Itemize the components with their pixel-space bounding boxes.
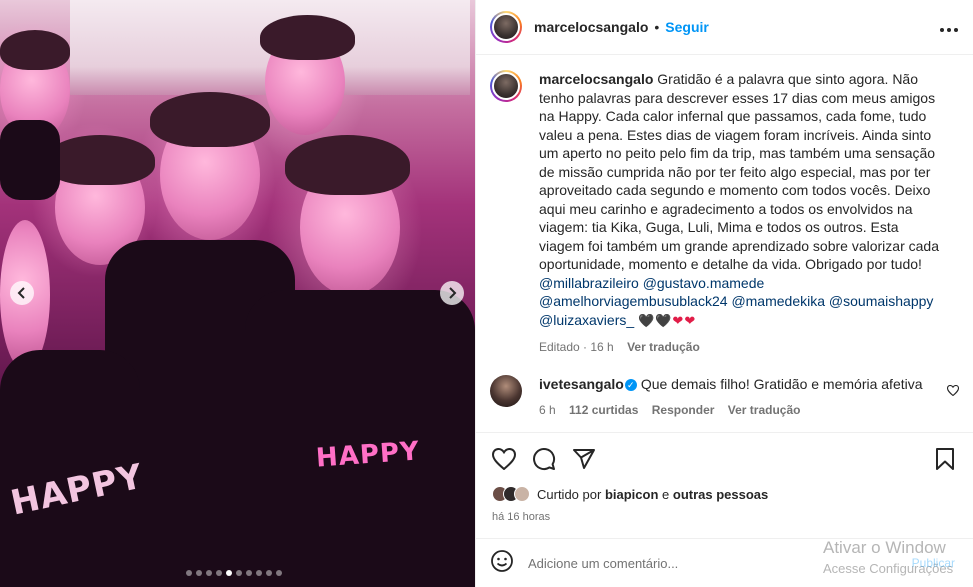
- post-panel: marcelocsangalo • Seguir marcelocsangalo…: [475, 0, 973, 587]
- comment-time[interactable]: 6 h: [539, 403, 556, 417]
- post-timestamp[interactable]: há 16 horas: [492, 511, 550, 523]
- liker-avatar[interactable]: [514, 486, 530, 502]
- comment-translate-button[interactable]: Ver tradução: [728, 403, 801, 417]
- post-header: marcelocsangalo • Seguir: [476, 0, 973, 55]
- person-hair: [260, 15, 355, 60]
- carousel-dot: [216, 570, 222, 576]
- caption-author-avatar[interactable]: [490, 70, 522, 102]
- share-send-icon[interactable]: [570, 445, 598, 473]
- caption-row: marcelocsangalo Gratidão é a palavra que…: [490, 70, 957, 357]
- comments-section: marcelocsangalo Gratidão é a palavra que…: [476, 56, 973, 432]
- post-photo[interactable]: HAPPY HAPPY: [0, 0, 475, 587]
- mention-link[interactable]: @amelhorviagembusublack24: [539, 293, 728, 309]
- hearts-emoji: 🖤🖤❤❤: [638, 313, 696, 328]
- verified-badge-icon: ✓: [624, 378, 637, 391]
- black-heart-icon: 🖤: [655, 312, 673, 328]
- chevron-left-icon: [17, 287, 25, 299]
- mention-link[interactable]: @luizaxaviers_: [539, 312, 634, 328]
- like-comment-heart-icon[interactable]: [946, 384, 960, 399]
- commenter-avatar[interactable]: [490, 374, 522, 407]
- liked-by-prefix: Curtido por: [537, 486, 602, 502]
- carousel-dot: [186, 570, 192, 576]
- caption-meta: Editado · 16 h Ver tradução: [539, 340, 700, 354]
- person-shirt: [0, 120, 60, 200]
- carousel-dot: [196, 570, 202, 576]
- author-username[interactable]: marcelocsangalo: [534, 19, 648, 35]
- action-bar: [476, 432, 973, 484]
- chevron-right-icon: [449, 287, 457, 299]
- mention-link[interactable]: @mamedekika: [731, 293, 825, 309]
- comment-text: Que demais filho! Gratidão e memória afe…: [640, 375, 923, 392]
- previous-photo-button[interactable]: [10, 281, 34, 305]
- edited-label: Editado: [539, 340, 580, 354]
- comment-text-block: ivetesangalo ✓ Que demais filho! Gratidão …: [539, 375, 939, 420]
- translate-button[interactable]: Ver tradução: [627, 340, 700, 354]
- next-photo-button[interactable]: [440, 281, 464, 305]
- reply-button[interactable]: Responder: [652, 403, 715, 417]
- liked-by-text: Curtido por biapicon e outras pessoas: [537, 487, 768, 502]
- carousel-dot: [236, 570, 242, 576]
- comment-row: ivetesangalo ✓ Que demais filho! Gratidão …: [490, 374, 957, 420]
- person-hair: [285, 135, 410, 195]
- add-comment-input[interactable]: Adicione um comentário...: [528, 556, 678, 571]
- mention-link[interactable]: @gustavo.mamede: [643, 275, 765, 291]
- liked-by-connector: e: [662, 486, 670, 502]
- caption-text: Gratidão é a palavra que sinto agora. Nã…: [539, 71, 939, 272]
- person-shirt: [245, 290, 475, 587]
- caption-username[interactable]: marcelocsangalo: [539, 71, 653, 87]
- carousel-dot: [226, 570, 232, 576]
- more-icon[interactable]: [939, 17, 959, 38]
- caption-time[interactable]: 16 h: [590, 340, 613, 354]
- person-hair: [0, 30, 70, 70]
- mention-link[interactable]: @soumaishappy: [829, 293, 934, 309]
- liked-by-user[interactable]: biapicon: [605, 487, 658, 502]
- comment-username[interactable]: ivetesangalo: [539, 376, 624, 392]
- comment-likes[interactable]: 112 curtidas: [569, 403, 638, 417]
- comment-bubble-icon[interactable]: [530, 445, 558, 473]
- carousel-dot: [246, 570, 252, 576]
- save-bookmark-icon[interactable]: [931, 445, 959, 473]
- like-heart-icon[interactable]: [490, 445, 518, 473]
- red-heart-icon: ❤: [684, 312, 697, 328]
- carousel-dot: [206, 570, 212, 576]
- publish-button[interactable]: Publicar: [912, 556, 955, 570]
- carousel-dots: [186, 570, 282, 576]
- red-heart-icon: ❤: [672, 312, 685, 328]
- carousel-dot: [256, 570, 262, 576]
- liked-by-others[interactable]: outras pessoas: [673, 487, 768, 502]
- follow-button[interactable]: Seguir: [665, 19, 709, 35]
- black-heart-icon: 🖤: [638, 312, 656, 328]
- mention-link[interactable]: @millabrazileiro: [539, 275, 639, 291]
- person-hair: [45, 135, 155, 185]
- carousel-dot: [266, 570, 272, 576]
- author-avatar[interactable]: [490, 11, 522, 43]
- liked-by-row: Curtido por biapicon e outras pessoas: [492, 486, 768, 502]
- caption-text-block: marcelocsangalo Gratidão é a palavra que…: [539, 70, 939, 357]
- carousel-dot: [276, 570, 282, 576]
- comment-meta: 6 h 112 curtidas Responder Ver tradução: [539, 401, 939, 420]
- add-comment-bar: Adicione um comentário...: [476, 538, 973, 587]
- header-separator: •: [654, 19, 660, 35]
- emoji-icon[interactable]: [490, 549, 514, 578]
- person-hair: [150, 92, 270, 147]
